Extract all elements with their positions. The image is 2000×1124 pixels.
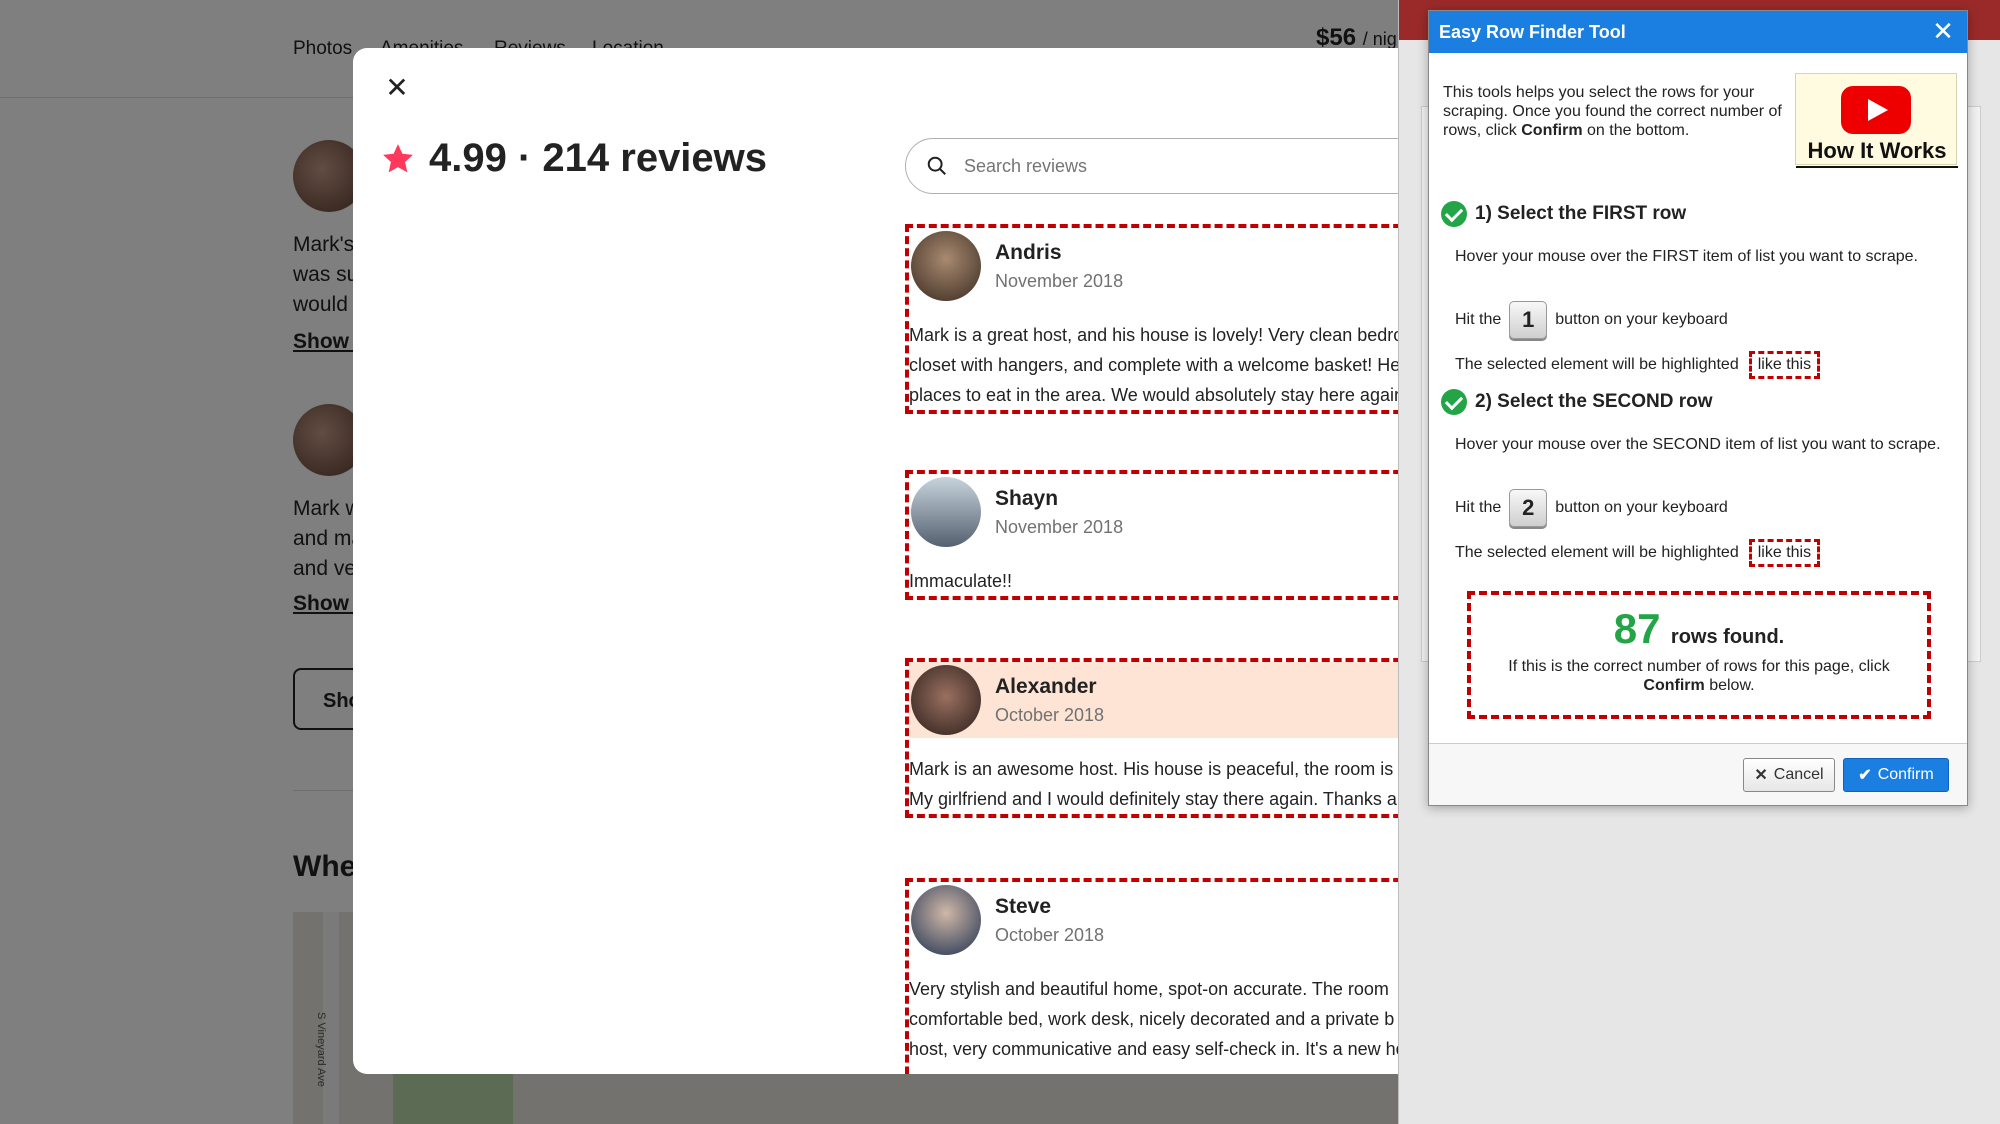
- review-date: October 2018: [995, 704, 1105, 725]
- dialog-title: Easy Row Finder Tool: [1439, 22, 1626, 42]
- review-line: closet with hangers, and complete with a…: [909, 355, 1398, 375]
- dialog-footer: ✕ Cancel ✔ Confirm: [1429, 743, 1967, 805]
- reviewer-name: Alexander: [995, 674, 1097, 698]
- how-it-works-label: How It Works: [1796, 138, 1958, 168]
- review-header: Alexander October 2018: [909, 662, 1398, 738]
- close-icon[interactable]: ✕: [1929, 17, 1957, 45]
- easy-row-finder-dialog: Easy Row Finder Tool ✕ This tools helps …: [1428, 10, 1968, 806]
- review-item: Andris November 2018 Mark is a great hos…: [905, 224, 1398, 414]
- confirm-button[interactable]: ✔ Confirm: [1843, 758, 1949, 792]
- review-line: Very stylish and beautiful home, spot-on…: [909, 979, 1389, 999]
- dialog-body: This tools helps you select the rows for…: [1429, 53, 1967, 743]
- step1-hit-row: Hit the 1 button on your keyboard: [1455, 301, 1728, 339]
- check-circle-icon: [1441, 389, 1467, 415]
- search-input[interactable]: [964, 155, 1344, 177]
- review-line: Mark is an awesome host. His house is pe…: [909, 759, 1398, 779]
- cancel-label: Cancel: [1773, 766, 1824, 783]
- checkmark-icon: ✔: [1858, 767, 1872, 784]
- avatar[interactable]: [911, 885, 981, 955]
- review-item-highlighted: Alexander October 2018 Mark is an awesom…: [905, 658, 1398, 818]
- review-date: November 2018: [995, 270, 1124, 291]
- rating-text: 4.99 · 214 reviews: [429, 136, 768, 180]
- how-it-works-video[interactable]: How It Works: [1795, 73, 1958, 168]
- avatar[interactable]: [911, 231, 981, 301]
- intro-text: This tools helps you select the rows for…: [1443, 84, 1782, 139]
- key-1: 1: [1509, 301, 1548, 339]
- avatar[interactable]: [911, 477, 981, 547]
- review-line: Immaculate!!: [909, 571, 1013, 591]
- step1-highlight-row: The selected element will be highlighted…: [1455, 351, 1821, 379]
- step2-text: Hover your mouse over the SECOND item of…: [1455, 436, 1941, 453]
- step2-highlight-row: The selected element will be highlighted…: [1455, 539, 1821, 567]
- rows-found-label: rows found.: [1670, 626, 1785, 648]
- review-line: places to eat in the area. We would abso…: [909, 385, 1398, 405]
- cancel-button[interactable]: ✕ Cancel: [1743, 758, 1835, 792]
- search-reviews-box[interactable]: [905, 138, 1398, 194]
- key-2: 2: [1509, 489, 1548, 527]
- review-line: My girlfriend and I would definitely sta…: [909, 789, 1397, 809]
- avatar[interactable]: [911, 665, 981, 735]
- review-header: Andris November 2018: [909, 228, 1398, 304]
- review-line: host, very communicative and easy self-c…: [909, 1039, 1398, 1059]
- review-text: Immaculate!!: [909, 550, 1398, 596]
- review-item: Shayn November 2018 Immaculate!!: [905, 470, 1398, 600]
- dialog-titlebar[interactable]: Easy Row Finder Tool ✕: [1429, 11, 1967, 53]
- reviewer-name: Shayn: [995, 486, 1059, 510]
- check-circle-icon: [1441, 201, 1467, 227]
- review-line: Mark is a great host, and his house is l…: [909, 325, 1398, 345]
- rating-summary: 4.99 · 214 reviews: [381, 136, 767, 181]
- review-text: Mark is a great host, and his house is l…: [909, 304, 1398, 410]
- reviewer-name: Andris: [995, 240, 1062, 264]
- step2-hit-row: Hit the 2 button on your keyboard: [1455, 489, 1728, 527]
- review-text: Mark is an awesome host. His house is pe…: [909, 738, 1398, 814]
- step1-heading: 1) Select the FIRST row: [1441, 201, 1686, 227]
- review-text: Very stylish and beautiful home, spot-on…: [909, 958, 1398, 1064]
- step1-text: Hover your mouse over the FIRST item of …: [1455, 248, 1918, 265]
- like-this-sample: like this: [1748, 351, 1821, 379]
- search-icon: [927, 156, 946, 175]
- reviewer-name: Steve: [995, 894, 1052, 918]
- review-item: Steve October 2018 Very stylish and beau…: [905, 878, 1398, 1074]
- close-icon: ✕: [1754, 767, 1768, 784]
- rows-note: If this is the correct number of rows fo…: [1508, 658, 1890, 694]
- review-header: Shayn November 2018: [909, 474, 1398, 550]
- star-icon: [383, 143, 413, 172]
- review-header: Steve October 2018: [909, 882, 1398, 958]
- reviews-modal: ✕ 4.99 · 214 reviews Andris November 201…: [353, 48, 1398, 1074]
- close-icon[interactable]: ✕: [381, 72, 413, 104]
- confirm-label: Confirm: [1877, 766, 1934, 783]
- review-line: comfortable bed, work desk, nicely decor…: [909, 1009, 1395, 1029]
- like-this-sample: like this: [1748, 539, 1821, 567]
- youtube-play-icon: [1841, 86, 1911, 134]
- rows-count: 87: [1613, 605, 1661, 652]
- review-date: November 2018: [995, 516, 1124, 537]
- step2-heading: 2) Select the SECOND row: [1441, 389, 1713, 415]
- rows-found-box: 87 rows found. If this is the correct nu…: [1467, 591, 1931, 719]
- review-date: October 2018: [995, 924, 1105, 945]
